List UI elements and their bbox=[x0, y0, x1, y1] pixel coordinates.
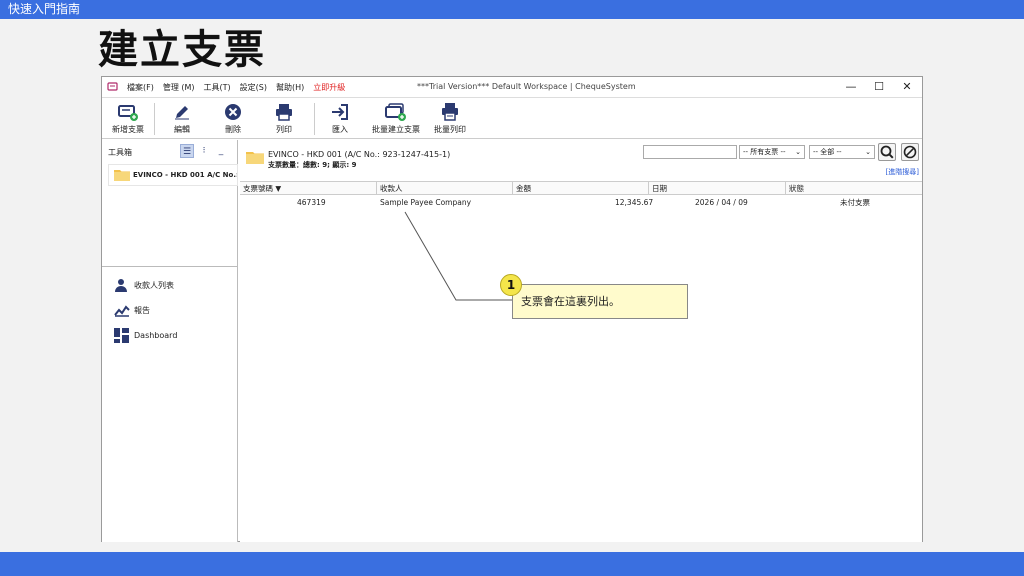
detail-view-icon[interactable]: ⁝ bbox=[197, 144, 211, 158]
cheque-filter-value: -- 所有支票 -- bbox=[743, 148, 786, 156]
amount-cell: 12,345.67 bbox=[615, 198, 654, 207]
cheque-filter-select[interactable]: -- 所有支票 -- ⌄ bbox=[739, 145, 805, 159]
guide-banner: 快速入門指南 bbox=[0, 0, 1024, 19]
new-cheque-label: 新增支票 bbox=[112, 125, 144, 134]
batch-create-button[interactable]: 批量建立支票 bbox=[368, 100, 424, 138]
delete-circle-icon bbox=[225, 104, 241, 120]
callout-number-badge: 1 bbox=[500, 274, 522, 296]
column-header-amount[interactable]: 金額 bbox=[513, 182, 649, 195]
nav-payee-list[interactable]: 收款人列表 bbox=[114, 277, 174, 295]
slide-title: 建立支票 bbox=[98, 27, 266, 73]
chevron-down-icon: ⌄ bbox=[865, 148, 871, 156]
menu-file[interactable]: 檔案(F) bbox=[127, 82, 154, 93]
new-cheque-button[interactable]: 新增支票 bbox=[108, 100, 148, 138]
search-button[interactable] bbox=[878, 143, 896, 161]
collapse-icon[interactable]: _ bbox=[214, 144, 228, 158]
edit-button[interactable]: 編輯 bbox=[166, 100, 198, 138]
left-pane: 工具箱 ☰ ⁝ _ EVINCO - HKD 001 A/C No.: 923-… bbox=[102, 140, 238, 542]
toolbar-divider bbox=[314, 103, 315, 135]
pane-splitter[interactable] bbox=[102, 266, 238, 267]
advanced-search-link[interactable]: [進階搜尋] bbox=[886, 167, 919, 177]
column-header-status[interactable]: 狀態 bbox=[786, 182, 922, 195]
delete-label: 刪除 bbox=[225, 125, 241, 134]
cheque-count: 支票數量：總數: 9; 顯示: 9 bbox=[268, 161, 357, 169]
menu-help[interactable]: 幫助(H) bbox=[276, 82, 304, 93]
batch-cheque-icon bbox=[385, 103, 406, 121]
user-icon bbox=[115, 279, 127, 292]
maximize-button[interactable]: ☐ bbox=[868, 77, 890, 97]
search-icon bbox=[880, 145, 894, 159]
nav-payee-label: 收款人列表 bbox=[134, 281, 174, 290]
folder-icon bbox=[114, 170, 130, 181]
payee-cell: Sample Payee Company bbox=[380, 198, 472, 207]
callout-text: 支票會在這裏列出。 bbox=[521, 295, 620, 308]
batch-printer-icon bbox=[442, 103, 458, 121]
chevron-down-icon: ⌄ bbox=[795, 148, 801, 156]
nav-dashboard[interactable]: Dashboard bbox=[114, 327, 177, 345]
print-label: 列印 bbox=[276, 125, 292, 134]
print-button[interactable]: 列印 bbox=[268, 100, 300, 138]
table-row[interactable]: 467319 Sample Payee Company 12,345.67 20… bbox=[240, 197, 922, 209]
column-header-payee[interactable]: 收款人 bbox=[377, 182, 513, 195]
menu-manage[interactable]: 管理 (M) bbox=[163, 82, 195, 93]
cancel-icon bbox=[903, 145, 917, 159]
menu-upgrade[interactable]: 立即升級 bbox=[313, 82, 345, 93]
pencil-icon bbox=[175, 106, 189, 120]
title-bar: 檔案(F) 管理 (M) 工具(T) 設定(S) 幫助(H) 立即升級 ***T… bbox=[102, 77, 922, 97]
status-cell: 未付支票 bbox=[840, 198, 870, 207]
table-header: 支票號碼 ▼ 收款人 金額 日期 狀態 bbox=[240, 181, 922, 195]
account-title: EVINCO - HKD 001 (A/C No.: 923-1247-415-… bbox=[268, 150, 451, 159]
close-button[interactable]: ✕ bbox=[896, 77, 918, 97]
window-title: ***Trial Version*** Default Workspace | … bbox=[417, 82, 636, 91]
callout-box: 支票會在這裏列出。 bbox=[512, 284, 688, 319]
minimize-button[interactable]: — bbox=[840, 77, 862, 97]
menu-settings[interactable]: 設定(S) bbox=[240, 82, 267, 93]
folder-icon bbox=[246, 152, 264, 164]
account-tree-label: EVINCO - HKD 001 A/C No.: 923-1 bbox=[133, 171, 238, 179]
status-filter-value: -- 全部 -- bbox=[813, 148, 842, 156]
column-header-date[interactable]: 日期 bbox=[649, 182, 786, 195]
clear-filter-button[interactable] bbox=[901, 143, 919, 161]
chart-icon bbox=[114, 305, 130, 317]
column-header-number[interactable]: 支票號碼 ▼ bbox=[240, 182, 377, 195]
main-pane: EVINCO - HKD 001 (A/C No.: 923-1247-415-… bbox=[240, 140, 922, 542]
date-cell: 2026 / 04 / 09 bbox=[695, 198, 748, 207]
batch-create-label: 批量建立支票 bbox=[372, 125, 420, 134]
menu-bar: 檔案(F) 管理 (M) 工具(T) 設定(S) 幫助(H) 立即升級 bbox=[127, 77, 354, 97]
batch-print-button[interactable]: 批量列印 bbox=[432, 100, 468, 138]
batch-print-label: 批量列印 bbox=[434, 125, 466, 134]
dashboard-icon bbox=[114, 328, 129, 343]
app-logo-icon bbox=[107, 81, 118, 92]
toolbar-divider bbox=[154, 103, 155, 135]
nav-report-label: 報告 bbox=[134, 306, 150, 315]
new-cheque-icon bbox=[118, 105, 138, 121]
nav-report[interactable]: 報告 bbox=[114, 302, 150, 320]
list-view-icon[interactable]: ☰ bbox=[180, 144, 194, 158]
account-tree-item[interactable]: EVINCO - HKD 001 A/C No.: 923-1 bbox=[108, 164, 238, 186]
menu-tools[interactable]: 工具(T) bbox=[204, 82, 231, 93]
cheque-number-cell: 467319 bbox=[297, 198, 326, 207]
nav-dashboard-label: Dashboard bbox=[134, 331, 178, 340]
toolbar: 新增支票 編輯 刪除 列印 匯入 批量建立支票 批量列印 bbox=[102, 97, 922, 139]
status-filter-select[interactable]: -- 全部 -- ⌄ bbox=[809, 145, 875, 159]
delete-button[interactable]: 刪除 bbox=[217, 100, 249, 138]
search-input[interactable] bbox=[643, 145, 737, 159]
toolbox-label: 工具箱 bbox=[108, 148, 132, 157]
import-label: 匯入 bbox=[332, 125, 348, 134]
import-button[interactable]: 匯入 bbox=[324, 100, 356, 138]
import-icon bbox=[332, 104, 348, 120]
bottom-banner bbox=[0, 552, 1024, 576]
printer-icon bbox=[276, 104, 292, 121]
edit-label: 編輯 bbox=[174, 125, 190, 134]
